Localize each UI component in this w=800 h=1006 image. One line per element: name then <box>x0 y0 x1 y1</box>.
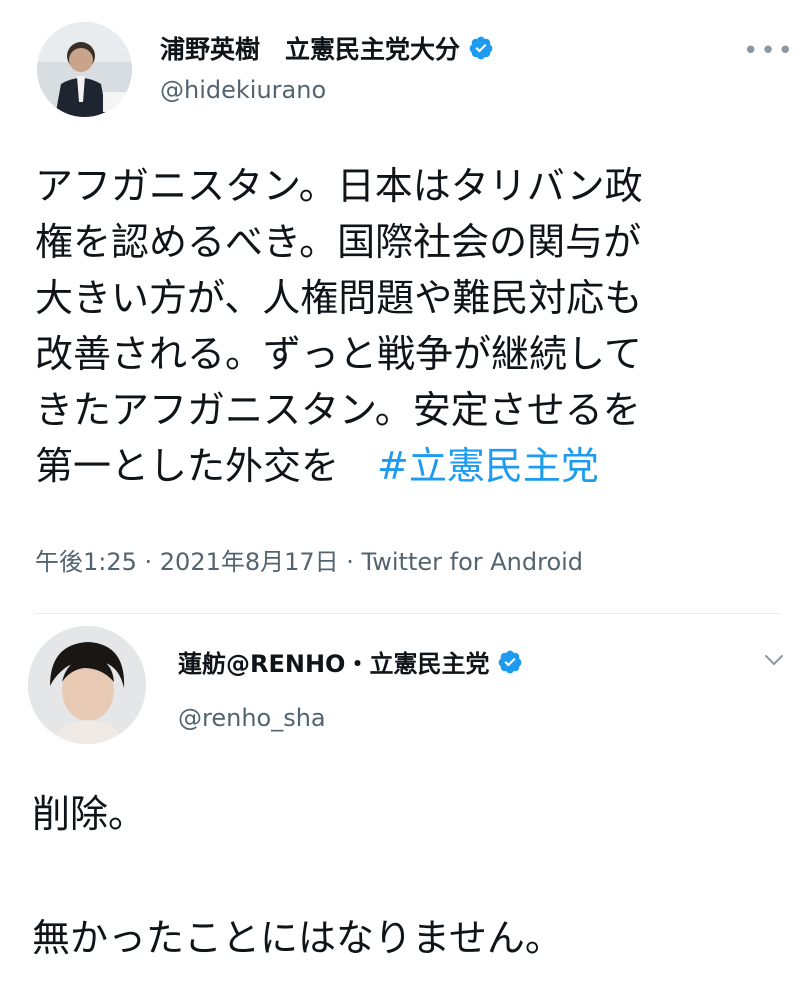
reply-avatar[interactable] <box>28 626 146 744</box>
tweet-body-line: 改善される。ずっと戦争が継続して <box>35 332 642 376</box>
chevron-down-icon[interactable] <box>762 648 786 672</box>
tweet-body-line: アフガニスタン。日本はタリバン政 <box>35 164 643 208</box>
more-options-icon[interactable]: ••• <box>743 36 795 66</box>
hashtag-link[interactable]: #立憲民主党 <box>377 444 599 488</box>
author-avatar[interactable] <box>37 22 132 117</box>
tweet-body-text: 第一とした外交を <box>35 444 378 488</box>
tweet-body-line: 権を認めるべき。国際社会の関与が <box>35 220 642 264</box>
author-name[interactable]: 浦野英樹 立憲民主党大分 <box>160 30 460 66</box>
tweet-body-line: 大きい方が、人権問題や難民対応も <box>35 276 643 320</box>
tweet-meta[interactable]: 午後1:25 · 2021年8月17日 · Twitter for Androi… <box>35 542 583 577</box>
verified-badge-icon <box>469 36 493 60</box>
author-name-row[interactable]: 浦野英樹 立憲民主党大分 <box>160 30 494 66</box>
author-handle[interactable]: @hidekiurano <box>160 76 326 104</box>
reply-tweet: 蓮舫@RENHO・立憲民主党 @renho_sha 削除。 無かったことにはなり… <box>0 614 800 1006</box>
author-avatar-image <box>37 22 132 117</box>
reply-body-line: 無かったことにはなりません。 <box>32 916 563 960</box>
tweet-body: アフガニスタン。日本はタリバン政 権を認めるべき。国際社会の関与が 大きい方が、… <box>35 158 643 494</box>
reply-name-row[interactable]: 蓮舫@RENHO・立憲民主党 <box>178 644 523 679</box>
main-tweet: 浦野英樹 立憲民主党大分 @hidekiurano ••• アフガニスタン。日本… <box>0 0 800 610</box>
reply-handle[interactable]: @renho_sha <box>178 704 326 732</box>
verified-badge-icon <box>499 650 522 673</box>
reply-avatar-image <box>28 626 146 744</box>
tweet-body-line: きたアフガニスタン。安定させるを <box>35 388 641 432</box>
tweet-body-last-line: 第一とした外交を #立憲民主党 <box>35 438 643 494</box>
reply-body-line: 削除。 <box>32 792 147 836</box>
reply-author-name[interactable]: 蓮舫@RENHO・立憲民主党 <box>178 644 489 679</box>
